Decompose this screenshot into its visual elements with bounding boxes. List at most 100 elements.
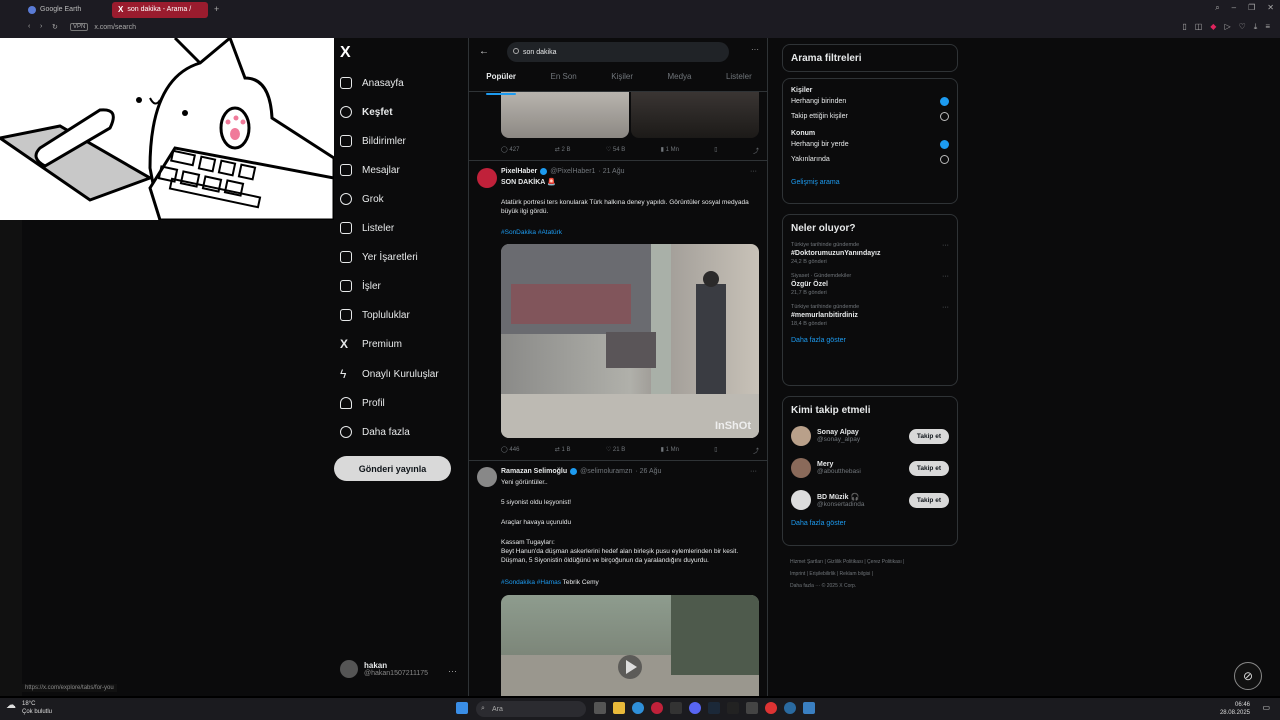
views-button[interactable]: ▮ 1 Mn — [661, 446, 679, 455]
search-more-icon[interactable]: ··· — [751, 45, 759, 54]
tab-lists[interactable]: Listeler — [726, 66, 752, 91]
account-switcher[interactable]: hakan @hakan1507211175 — [340, 660, 428, 678]
system-tray[interactable]: 06:46 28.08.2025 — [1220, 701, 1250, 717]
tweet-more-icon[interactable]: ··· — [750, 468, 757, 475]
maximize-icon[interactable]: ❐ — [1248, 3, 1255, 13]
steam-icon[interactable] — [708, 702, 720, 714]
follow-show-more[interactable]: Daha fazla göster — [783, 516, 957, 531]
nav-item-lists[interactable]: Listeler — [340, 219, 394, 237]
tweet-author[interactable]: PixelHaber — [501, 168, 537, 175]
tweet-date[interactable]: · 26 Ağu — [635, 468, 661, 475]
follow-button[interactable]: Takip et — [908, 428, 949, 444]
task-view-icon[interactable] — [594, 702, 606, 714]
notification-icon[interactable]: ▭ — [1262, 703, 1270, 712]
tab-latest[interactable]: En Son — [550, 66, 576, 91]
footer-line[interactable]: Daha fazla ··· © 2025 X Corp. — [790, 580, 950, 592]
filter-option[interactable]: Yakınlarında — [783, 152, 957, 167]
like-button[interactable]: ♡ 54 B — [606, 146, 625, 155]
views-button[interactable]: ▮ 1 Mn — [661, 146, 679, 155]
filter-option[interactable]: Takip ettiğin kişiler — [783, 109, 957, 124]
bookmark-icon[interactable]: ▯ — [1182, 22, 1186, 32]
trend-more-icon[interactable]: ··· — [942, 304, 949, 311]
taskbar-search[interactable]: ⌕ Ara — [476, 701, 586, 717]
shield-icon[interactable]: ◆ — [1210, 22, 1216, 32]
start-icon[interactable] — [456, 702, 468, 714]
trend-item[interactable]: Siyaset · Gündemdekiler Özgür Özel 21,7 … — [783, 269, 957, 300]
chrome-icon[interactable] — [765, 702, 777, 714]
tweet-media[interactable] — [501, 92, 759, 138]
edge-icon[interactable] — [632, 702, 644, 714]
filter-option[interactable]: Herhangi bir yerde — [783, 137, 957, 152]
footer-line[interactable]: Imprint | Erişilebilirlik | Reklam bilgi… — [790, 568, 950, 580]
radio-icon[interactable] — [940, 112, 949, 121]
app-icon[interactable] — [746, 702, 758, 714]
trend-item[interactable]: Türkiye tarihinde gündemde #memurlarıbit… — [783, 300, 957, 331]
nav-item-bookmarks[interactable]: Yer İşaretleri — [340, 248, 418, 266]
follow-suggestion[interactable]: BD Müzik 🎧 @konsertadinda Takip et — [783, 484, 957, 516]
nav-item-messages[interactable]: Mesajlar — [340, 161, 400, 179]
nav-item-more[interactable]: Daha fazla — [340, 423, 410, 441]
share-icon[interactable]: ⤴ — [753, 146, 759, 155]
tweet-video[interactable] — [501, 595, 759, 696]
grok-fab-button[interactable]: ⊘ — [1234, 662, 1262, 690]
tweet-author[interactable]: Ramazan Selimoğlu — [501, 468, 567, 475]
nav-item-profile[interactable]: Profil — [340, 394, 385, 412]
opera-icon[interactable] — [651, 702, 663, 714]
nav-item-premium[interactable]: X Premium — [340, 335, 402, 353]
nav-item-communities[interactable]: Topluluklar — [340, 306, 410, 324]
play-icon[interactable]: ▷ — [1224, 22, 1230, 32]
nav-item-jobs[interactable]: İşler — [340, 277, 381, 295]
folder-icon[interactable] — [613, 702, 625, 714]
terminal-icon[interactable] — [670, 702, 682, 714]
tweet-date[interactable]: · 21 Ağu — [598, 168, 624, 175]
nav-item-verified-orgs[interactable]: ϟ Onaylı Kuruluşlar — [340, 365, 439, 383]
radio-icon[interactable] — [940, 155, 949, 164]
trends-show-more[interactable]: Daha fazla göster — [783, 333, 957, 348]
tweet-video[interactable]: InShOt — [501, 244, 759, 438]
download-icon[interactable]: ⤓ — [1254, 22, 1258, 32]
nav-item-notifications[interactable]: Bildirimler — [340, 132, 406, 150]
trend-more-icon[interactable]: ··· — [942, 273, 949, 280]
post-button[interactable]: Gönderi yayınla — [334, 456, 451, 481]
avatar[interactable] — [477, 467, 497, 487]
weather-widget[interactable]: ☁ 18°C Çok bulutlu — [6, 700, 52, 716]
repost-button[interactable]: ⇄ 1 B — [555, 446, 571, 455]
avatar[interactable] — [477, 168, 497, 188]
discord-icon[interactable] — [689, 702, 701, 714]
vpn-badge[interactable]: VPN — [70, 23, 89, 31]
hashtag-link[interactable]: #Sondakika #Hamas — [501, 579, 561, 586]
tweet-more-icon[interactable]: ··· — [750, 168, 757, 175]
like-button[interactable]: ♡ 21 B — [606, 446, 625, 455]
radio-selected-icon[interactable] — [940, 97, 949, 106]
nav-item-explore[interactable]: Keşfet — [340, 103, 393, 121]
app-icon[interactable] — [727, 702, 739, 714]
reply-button[interactable]: ◯ 427 — [501, 146, 519, 155]
share-icon[interactable]: ⤴ — [753, 446, 759, 455]
filter-option[interactable]: Herhangi birinden — [783, 94, 957, 109]
account-more-icon[interactable]: ··· — [448, 666, 457, 676]
trend-more-icon[interactable]: ··· — [942, 242, 949, 249]
reply-button[interactable]: ◯ 446 — [501, 446, 519, 455]
minimize-icon[interactable]: – — [1232, 3, 1236, 13]
menu-icon[interactable]: ≡ — [1265, 22, 1270, 32]
photos-icon[interactable] — [803, 702, 815, 714]
trend-item[interactable]: Türkiye tarihinde gündemde #Doktorumuzun… — [783, 238, 957, 269]
tweet-handle[interactable]: @selimoluramzn — [580, 468, 632, 475]
nav-item-home[interactable]: Anasayfa — [340, 74, 404, 92]
tweet-handle[interactable]: @PixelHaber1 — [550, 168, 595, 175]
advanced-search-link[interactable]: Gelişmiş arama — [783, 175, 957, 190]
nav-item-grok[interactable]: Grok — [340, 190, 384, 208]
url-field[interactable]: x.com/search — [94, 24, 136, 31]
new-tab-button[interactable]: + — [214, 4, 219, 14]
camera-icon[interactable]: ◫ — [1195, 22, 1203, 32]
tab-media[interactable]: Medya — [667, 66, 691, 91]
radio-selected-icon[interactable] — [940, 140, 949, 149]
tweet-hashtags[interactable]: #SonDakika #Atatürk — [501, 229, 763, 238]
footer-line[interactable]: Hizmet Şartları | Gizlilik Politikası | … — [790, 556, 950, 568]
follow-button[interactable]: Takip et — [908, 460, 949, 476]
close-icon[interactable]: ✕ — [1267, 3, 1274, 13]
tab-people[interactable]: Kişiler — [611, 66, 633, 91]
bookmark-icon[interactable]: ▯ — [714, 146, 717, 155]
tab-google-earth[interactable]: Google Earth — [22, 2, 112, 18]
heart-icon[interactable]: ♡ — [1239, 22, 1246, 32]
